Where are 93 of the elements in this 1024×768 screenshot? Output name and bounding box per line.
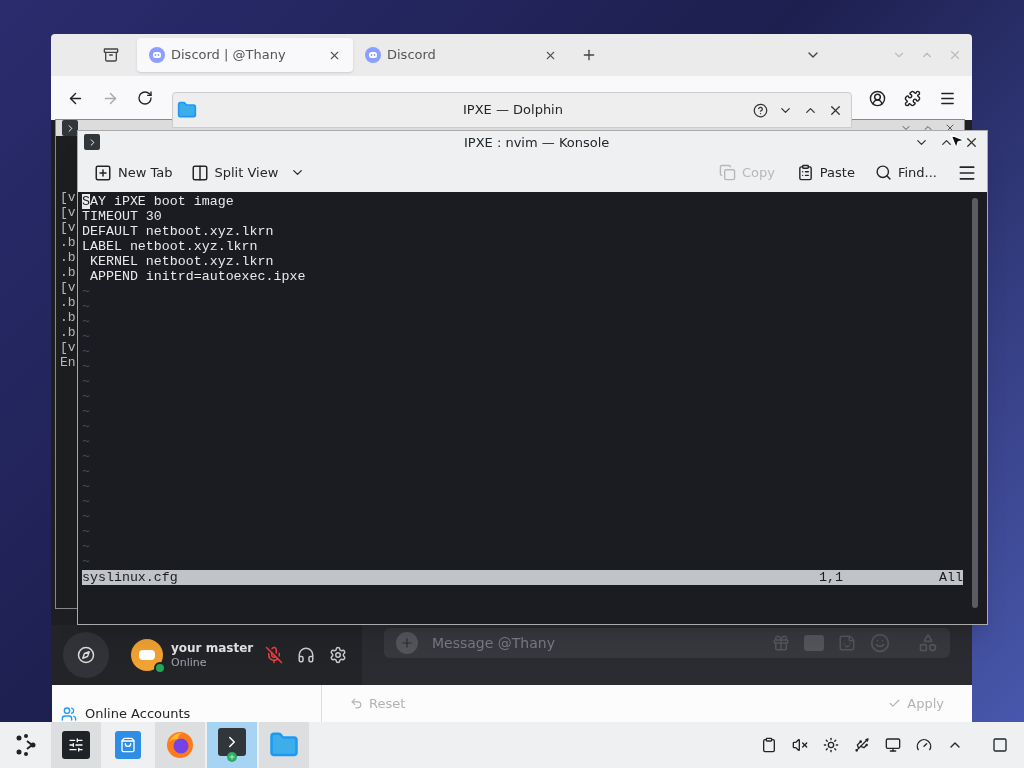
empty-line-marker: ~ [82,284,90,299]
code-line: DEFAULT netboot.xyz.lkrn [82,224,275,239]
browser-globe-icon [165,730,195,760]
network-icon[interactable] [885,737,901,753]
empty-line-marker: ~ [82,449,90,464]
empty-line-marker: ~ [82,314,90,329]
message-input[interactable]: Message @Thany [432,632,758,654]
terminal-line: [v [60,340,76,355]
terminal-line: .b [60,310,76,325]
settings-icon[interactable] [329,646,347,664]
browser-tab[interactable]: Discord | @Thany [137,38,353,72]
empty-line-marker: ~ [82,404,90,419]
brightness-icon[interactable] [823,737,839,753]
code-line: LABEL netboot.xyz.lkrn [82,239,259,254]
empty-line-marker: ~ [82,419,90,434]
muted-speaker-icon[interactable] [792,737,808,753]
sidebar-item[interactable]: Online Accounts [85,706,191,722]
reload-icon[interactable] [137,90,153,106]
scroll-position: All [939,570,963,585]
user-avatar[interactable] [131,639,163,671]
window-title: IPXE : nvim — Konsole [464,133,610,152]
empty-line-marker: ~ [82,509,90,524]
check-icon [888,697,902,710]
folder-icon [177,100,197,120]
terminal-icon [84,134,100,151]
cursor-position: 1,1 [819,570,844,585]
help-icon[interactable] [753,102,768,118]
terminal-line: .b [60,235,76,250]
terminal-line: .b [60,295,76,310]
columns-icon [190,163,209,182]
user-name: your master [171,640,255,656]
browser-tab[interactable]: Discord [353,38,569,72]
empty-line-marker: ~ [82,539,90,554]
terminal-line: En [60,355,76,370]
show-desktop-icon[interactable] [992,737,1008,753]
empty-line-marker: ~ [82,464,90,479]
terminal-line: [v [60,190,76,205]
extensions-icon[interactable] [904,89,921,107]
user-status: Online [171,655,208,670]
empty-line-marker: ~ [82,359,90,374]
terminal-line: [v [60,220,76,235]
compass-button[interactable] [63,632,109,678]
terminal-line: [v [60,205,76,220]
toolbar-button[interactable]: Find... [868,157,943,188]
empty-line-marker: ~ [82,344,90,359]
taskbar-button[interactable] [207,722,257,768]
store-bag-icon [115,731,141,759]
tab-list-icon[interactable] [103,47,119,63]
clipboard-icon[interactable] [761,737,777,753]
new-tab-icon [94,163,112,182]
code-line: APPEND initrd=autoexec.ipxe [88,269,307,284]
empty-line-marker: ~ [82,494,90,509]
usb-icon[interactable] [854,737,870,753]
clipboard-icon [796,164,814,182]
terminal-icon [218,728,246,762]
search-icon [874,164,892,182]
discord-logo-icon [365,47,381,63]
window-title: IPXE — Dolphin [463,101,563,120]
terminal-line: .b [60,265,76,280]
tab-title: Discord | @Thany [171,46,287,65]
accounts-icon [61,706,77,722]
gauge-icon[interactable] [916,737,932,753]
tab-title: Discord [387,46,437,65]
muted-microphone-icon[interactable] [265,646,283,664]
toolbar-button[interactable]: Split View [184,157,312,188]
empty-line-marker: ~ [82,434,90,449]
empty-line-marker: ~ [82,524,90,539]
mouse-cursor-icon [948,132,966,150]
headphones-icon[interactable] [297,646,315,664]
terminal-line: .b [60,325,76,340]
sliders-icon [62,731,90,759]
new-tab-icon[interactable] [581,47,597,63]
message-field[interactable]: Message @Thany [384,628,950,658]
copy-icon [718,164,736,182]
compass-icon [77,646,95,664]
empty-line-marker: ~ [82,479,90,494]
code-line: TIMEOUT 30 [82,209,163,224]
code-line: KERNEL netboot.xyz.lkrn [88,254,275,269]
terminal-line: [v [60,280,76,295]
empty-line-marker: ~ [82,329,90,344]
file-name: syslinux.cfg [82,570,178,585]
discord-logo-icon [149,47,165,63]
account-icon[interactable] [869,89,886,107]
empty-line-marker: ~ [82,389,90,404]
undo-icon [350,697,363,710]
empty-line-marker: ~ [82,299,90,314]
empty-line-marker: ~ [82,374,90,389]
taskbar-button[interactable] [51,722,101,768]
terminal-line: .b [60,250,76,265]
toolbar-button[interactable]: Paste [790,157,861,188]
empty-line-marker: ~ [82,554,90,569]
toolbar-button[interactable]: New Tab [88,157,179,188]
scrollbar[interactable] [972,198,978,608]
